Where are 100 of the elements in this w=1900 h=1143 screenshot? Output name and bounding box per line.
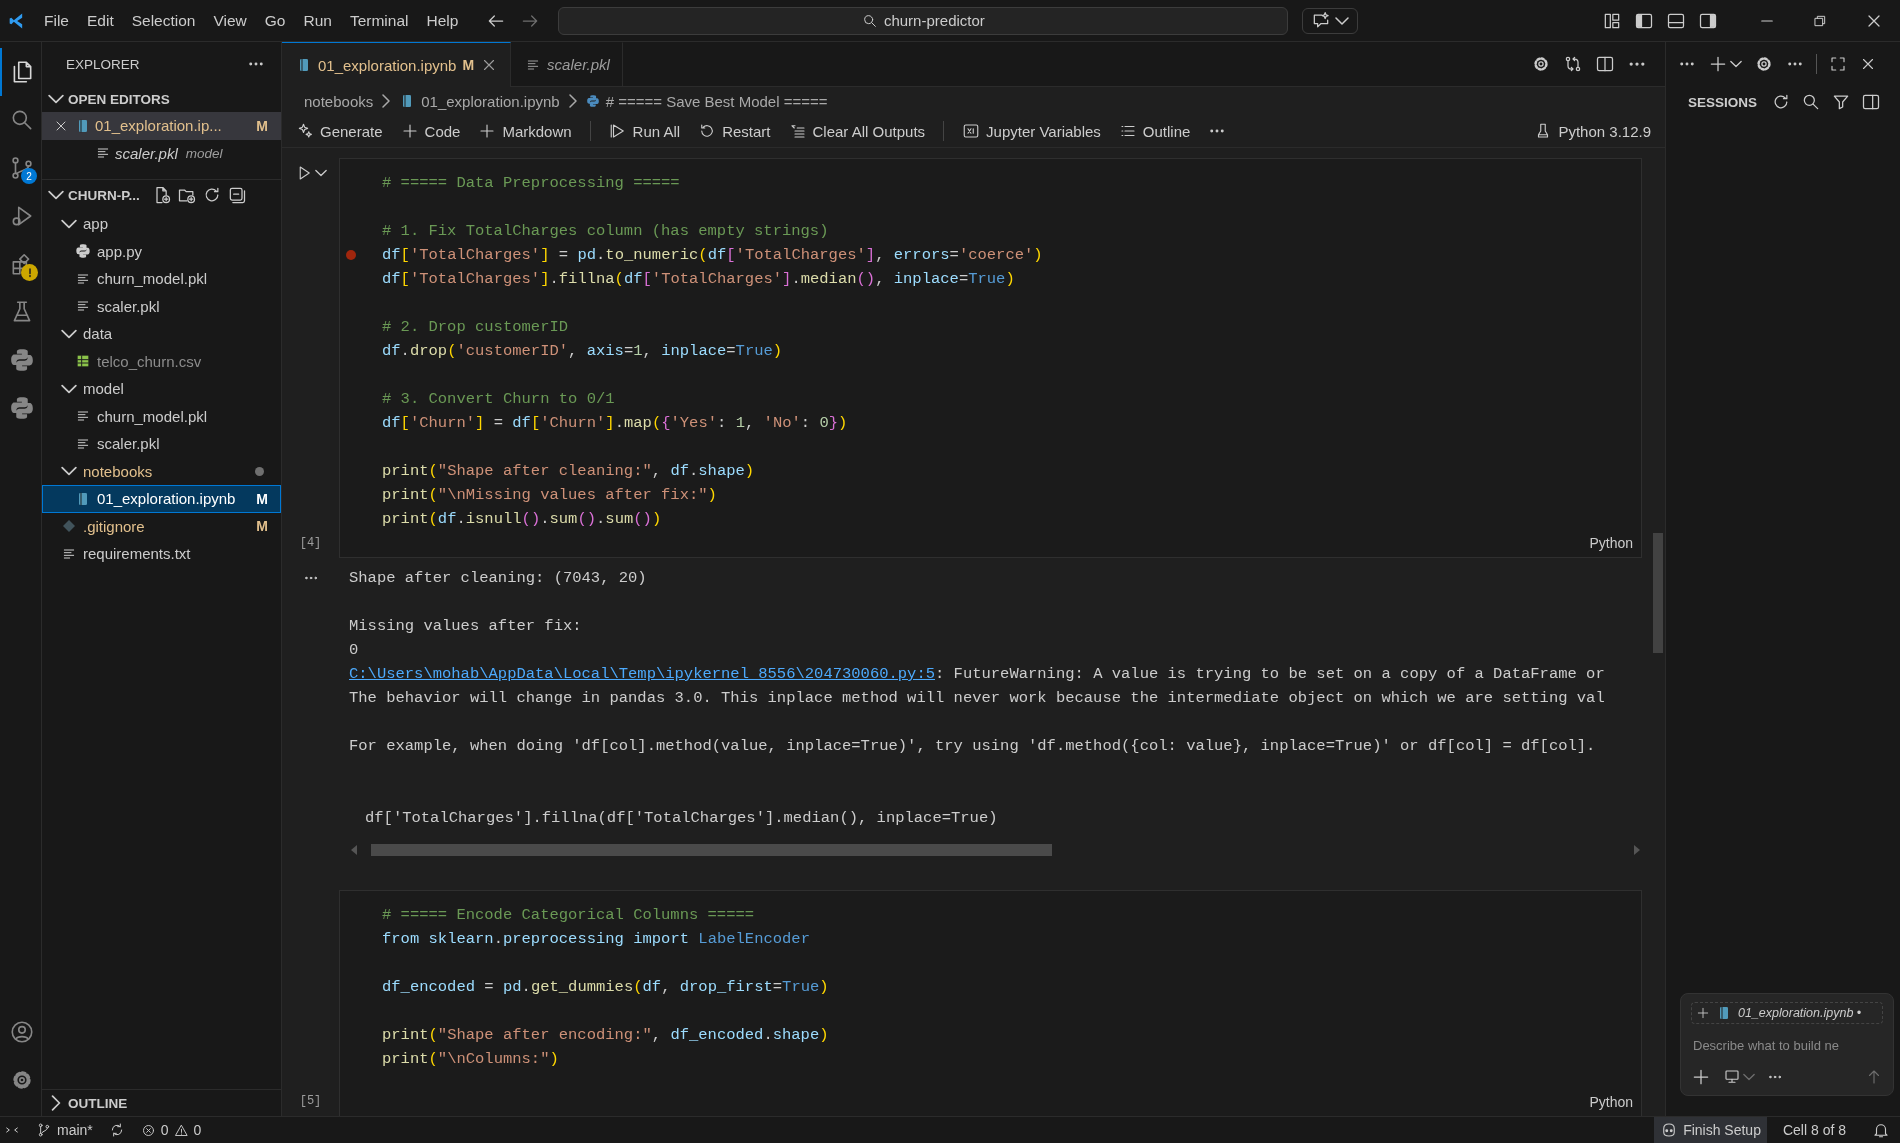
- output-line: Missing values after fix:: [349, 616, 583, 637]
- code-line: # ===== Encode Categorical Columns =====: [382, 906, 755, 924]
- toolbar-button[interactable]: Clear All Outputs: [788, 122, 926, 140]
- open-editor-item[interactable]: 01_exploration.ip... M: [42, 112, 281, 140]
- table-file-icon: [75, 353, 91, 370]
- editor-tab[interactable]: 01_exploration.ipynb M: [282, 42, 512, 87]
- tree-item[interactable]: telco_churn.csv: [42, 347, 281, 375]
- breakpoint-dot[interactable]: [346, 250, 356, 260]
- settings-icon[interactable]: [1531, 54, 1551, 74]
- menu-item[interactable]: Go: [256, 7, 294, 34]
- menu-item[interactable]: Help: [418, 7, 467, 34]
- code-line: df['TotalCharges'] = pd.to_numeric(df['TotalCharges'], errors='coerce'): [382, 246, 1043, 264]
- toolbar-button[interactable]: Markdown: [478, 122, 572, 140]
- folder-item[interactable]: data: [42, 320, 281, 348]
- code-line: # 3. Convert Churn to 0/1: [382, 390, 615, 408]
- maximize-icon[interactable]: [1829, 55, 1847, 73]
- output-line: For example, when doing 'df[col].method(value, inplace=True)', try using 'df.method({col: value}, inplace=True)' or df[col] = df[col].: [349, 736, 1597, 757]
- branch-status[interactable]: main*: [30, 1117, 99, 1143]
- tree-item[interactable]: churn_model.pkl: [42, 265, 281, 293]
- sparkle-icon: [296, 122, 314, 140]
- cell-language[interactable]: Python: [1587, 1094, 1635, 1110]
- plus-icon: [1696, 1006, 1710, 1020]
- plus-icon[interactable]: [1708, 54, 1728, 74]
- caret-icon[interactable]: [314, 167, 327, 179]
- monitor-icon[interactable]: [1723, 1068, 1741, 1086]
- diamond-icon: [61, 518, 77, 535]
- code-line: # 2. Drop customerID: [382, 318, 569, 336]
- output-line: Shape after cleaning: (7043, 20): [349, 568, 648, 589]
- problems-status[interactable]: 0 0: [134, 1117, 208, 1143]
- chat-input-field[interactable]: Describe what to build ne: [1691, 1032, 1883, 1059]
- code-line: from sklearn.preprocessing import LabelEncoder: [382, 930, 810, 948]
- code-line: print("Shape after encoding:", df_encoded.shape): [382, 1026, 829, 1044]
- toolbar-button[interactable]: Restart: [698, 122, 771, 140]
- error-icon: [140, 1122, 156, 1138]
- code-line: print(df.isnull().sum().sum()): [382, 510, 662, 528]
- section-header[interactable]: OPEN EDITORS: [42, 86, 281, 112]
- output-line: df['TotalCharges'].fillna(df['TotalCharges'].median(), inplace=True): [365, 808, 999, 829]
- tree-item[interactable]: 01_exploration.ipynb M: [42, 485, 281, 513]
- toolbar-button[interactable]: Jupyter Variables: [962, 122, 1101, 140]
- breadcrumb-item[interactable]: 01_exploration.ipynb: [397, 92, 562, 110]
- menu-item[interactable]: Terminal: [341, 7, 417, 34]
- editor-tab[interactable]: scaler.pkl: [511, 42, 623, 86]
- open-editor-item[interactable]: scaler.pkl model: [42, 139, 281, 167]
- python-icon: [8, 395, 35, 421]
- search-icon: [861, 12, 878, 29]
- status-item[interactable]: Cell 8 of 8: [1776, 1117, 1852, 1143]
- settings-icon[interactable]: [1754, 54, 1774, 74]
- context-chip[interactable]: 01_exploration.ipynb •: [1691, 1002, 1883, 1024]
- activity-bar-item[interactable]: 2: [0, 144, 41, 192]
- git-status-label: M: [462, 57, 475, 73]
- output-line: 0: [349, 640, 360, 661]
- toolbar-button[interactable]: Generate: [296, 122, 383, 140]
- command-search-field[interactable]: churn-predictor: [558, 6, 1289, 35]
- toolbar-button[interactable]: Run All: [608, 122, 681, 140]
- tree-item[interactable]: requirements.txt: [42, 540, 281, 568]
- code-line: # 1. Fix TotalCharges column (has empty strings): [382, 222, 829, 240]
- toolbar-button[interactable]: Outline: [1118, 122, 1191, 140]
- notification-badge: 2: [21, 168, 37, 184]
- menu-item[interactable]: File: [36, 7, 77, 34]
- tree-item[interactable]: churn_model.pkl: [42, 402, 281, 430]
- file-link[interactable]: C:\Users\mohab\AppData\Local\Temp\ipykernel_8556\204730060.py:5: [349, 665, 935, 683]
- python-icon: [585, 94, 600, 108]
- chat-button[interactable]: [1302, 7, 1359, 34]
- cell-language[interactable]: Python: [1587, 535, 1635, 551]
- tree-item[interactable]: app.py: [42, 237, 281, 265]
- bell-icon[interactable]: [1872, 1121, 1890, 1139]
- code-line: print("\nColumns:"): [382, 1050, 559, 1068]
- vertical-scrollbar[interactable]: [1653, 533, 1663, 653]
- breadcrumb-item[interactable]: # ===== Save Best Model =====: [583, 92, 830, 110]
- kernel-picker[interactable]: Python 3.12.9: [1534, 122, 1651, 140]
- panel-title: SESSIONS: [1688, 94, 1758, 110]
- toolbar-button[interactable]: Code: [400, 122, 461, 140]
- variables-icon: [962, 122, 981, 140]
- compare-changes-icon[interactable]: [1563, 54, 1583, 74]
- run-all-icon: [608, 122, 627, 140]
- clear-icon: [788, 122, 807, 140]
- code-line: print("Shape after cleaning:", df.shape): [382, 462, 755, 480]
- tree-item[interactable]: scaler.pkl: [42, 430, 281, 458]
- tree-item[interactable]: .gitignore M: [42, 512, 281, 540]
- breadcrumb-item[interactable]: notebooks: [302, 92, 376, 110]
- folder-item[interactable]: notebooks: [42, 457, 281, 485]
- warning-icon: [173, 1122, 189, 1138]
- code-line: df.drop('customerID', axis=1, inplace=True): [382, 342, 783, 360]
- menu-item[interactable]: View: [205, 7, 255, 34]
- section-header[interactable]: CHURN-P...: [42, 179, 281, 210]
- code-line: # ===== Data Preprocessing =====: [382, 174, 680, 192]
- panel-icon[interactable]: [1861, 92, 1882, 112]
- menu-item[interactable]: Selection: [123, 7, 204, 34]
- folder-item[interactable]: app: [42, 210, 281, 238]
- execution-count: [4]: [299, 536, 322, 550]
- folder-item[interactable]: model: [42, 375, 281, 403]
- tree-item[interactable]: scaler.pkl: [42, 292, 281, 320]
- menu-item[interactable]: Edit: [79, 7, 122, 34]
- status-item[interactable]: Finish Setup: [1654, 1117, 1767, 1143]
- code-cell[interactable]: [339, 158, 1642, 558]
- split-editor-icon[interactable]: [1595, 54, 1615, 74]
- menu-item[interactable]: Run: [295, 7, 340, 34]
- git-status-label: M: [256, 490, 268, 507]
- git-status-label: M: [256, 518, 268, 535]
- plus-icon[interactable]: [1691, 1067, 1711, 1087]
